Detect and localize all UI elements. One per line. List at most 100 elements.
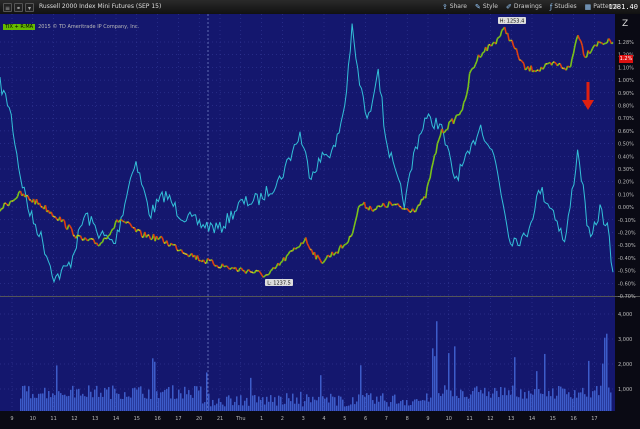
x-tick-label: 9 bbox=[426, 416, 429, 422]
x-tick-label: 5 bbox=[343, 416, 346, 422]
volume-bar bbox=[58, 391, 60, 411]
volume-bar bbox=[462, 391, 464, 411]
patterns-icon: ▦ bbox=[585, 0, 592, 14]
volume-bar bbox=[28, 386, 30, 411]
volume-bar bbox=[600, 386, 602, 411]
volume-bar bbox=[424, 400, 426, 411]
price-segment bbox=[502, 29, 504, 31]
volume-bar bbox=[608, 388, 610, 411]
price-segment bbox=[189, 255, 191, 256]
volume-bar bbox=[472, 391, 474, 411]
toolbar: ⇪Share✎Style✐DrawingsƒStudies▦Patterns bbox=[442, 0, 618, 14]
x-tick-label: 14 bbox=[113, 416, 119, 422]
chart-canvas[interactable]: 1.28%1.20%1.10%1.00%0.90%0.80%0.70%0.60%… bbox=[0, 14, 640, 425]
volume-bar bbox=[286, 393, 288, 411]
volume-bar bbox=[310, 402, 312, 411]
volume-bar bbox=[548, 391, 550, 411]
volume-bar bbox=[504, 388, 506, 411]
title-bar: ≡ ⚭ ▾ Russell 2000 Index Mini Futures (S… bbox=[0, 0, 640, 15]
drawings-button[interactable]: ✐Drawings bbox=[506, 0, 542, 14]
price-segment bbox=[559, 64, 560, 65]
volume-bar bbox=[532, 395, 534, 411]
menu-icon[interactable]: ≡ bbox=[3, 3, 12, 12]
study-badge[interactable]: TIX + R:MA bbox=[3, 24, 35, 30]
volume-bar bbox=[446, 390, 448, 411]
price-segment bbox=[385, 206, 386, 207]
volume-bar bbox=[552, 388, 554, 411]
price-segment bbox=[69, 225, 70, 227]
symbol-title[interactable]: Russell 2000 Index Mini Futures (SEP 15) bbox=[39, 0, 161, 14]
y-tick-label: 1.10% bbox=[618, 65, 634, 71]
volume-bar bbox=[214, 405, 216, 411]
price-segment bbox=[263, 276, 265, 277]
volume-bar bbox=[540, 393, 542, 411]
price-segment bbox=[443, 132, 445, 133]
toolbar-button-label: Drawings bbox=[514, 0, 542, 14]
volume-bar bbox=[74, 397, 76, 411]
volume-bar bbox=[34, 398, 36, 411]
volume-bar bbox=[442, 394, 444, 411]
volume-bar bbox=[148, 390, 150, 411]
price-segment bbox=[347, 242, 349, 244]
price-segment bbox=[92, 239, 93, 240]
volume-bar bbox=[222, 405, 224, 411]
volume-bar bbox=[204, 402, 206, 411]
price-segment bbox=[179, 250, 180, 251]
price-segment bbox=[483, 52, 485, 53]
price-segment bbox=[402, 209, 404, 210]
volume-bar bbox=[332, 397, 334, 411]
volume-bar bbox=[562, 389, 564, 411]
x-tick-label: 20 bbox=[196, 416, 202, 422]
volume-bar bbox=[594, 391, 596, 411]
volume-bar bbox=[72, 386, 74, 411]
volume-bar bbox=[470, 394, 472, 411]
volume-bar bbox=[358, 394, 360, 411]
price-segment bbox=[129, 223, 131, 224]
volume-bar bbox=[304, 401, 306, 411]
volume-bar bbox=[274, 397, 276, 411]
volume-bar bbox=[556, 396, 558, 411]
volume-bar bbox=[302, 406, 304, 411]
volume-bar bbox=[572, 399, 574, 411]
volume-bar bbox=[414, 400, 416, 411]
volume-bar bbox=[352, 397, 354, 411]
volume-bar bbox=[526, 398, 528, 411]
volume-bar bbox=[320, 375, 322, 411]
volume-bar bbox=[314, 400, 316, 411]
volume-bar bbox=[92, 397, 94, 411]
volume-bar bbox=[550, 396, 552, 411]
volume-bar bbox=[226, 397, 228, 411]
volume-bar bbox=[32, 394, 34, 411]
chart-area[interactable]: 1.28%1.20%1.10%1.00%0.90%0.80%0.70%0.60%… bbox=[0, 14, 640, 425]
x-tick-label: 13 bbox=[508, 416, 514, 422]
volume-bar bbox=[558, 386, 560, 411]
volume-bar bbox=[146, 399, 148, 411]
volume-bar bbox=[80, 396, 82, 411]
volume-bar bbox=[90, 392, 92, 411]
price-segment bbox=[499, 36, 500, 37]
volume-bar bbox=[480, 390, 482, 411]
volume-bar bbox=[368, 395, 370, 411]
zoom-icon[interactable]: Z bbox=[622, 19, 628, 29]
volume-bar bbox=[458, 398, 460, 411]
price-segment bbox=[290, 251, 291, 252]
link-icon[interactable]: ⚭ bbox=[14, 3, 23, 12]
symbol-dropdown-icon[interactable]: ▾ bbox=[25, 3, 34, 12]
toolbar-button-label: Share bbox=[450, 0, 467, 14]
volume-bar bbox=[396, 404, 398, 411]
price-segment bbox=[547, 63, 548, 64]
price-segment bbox=[54, 217, 56, 218]
volume-bar bbox=[136, 390, 138, 411]
price-segment bbox=[227, 266, 228, 268]
volume-bar bbox=[208, 394, 210, 411]
price-segment bbox=[525, 69, 527, 70]
price-segment bbox=[184, 253, 186, 254]
share-button[interactable]: ⇪Share bbox=[442, 0, 467, 14]
volume-bar bbox=[20, 399, 22, 411]
price-segment bbox=[29, 200, 30, 201]
x-tick-label: 12 bbox=[71, 416, 77, 422]
style-button[interactable]: ✎Style bbox=[475, 0, 498, 14]
volume-bar bbox=[224, 406, 226, 411]
studies-button[interactable]: ƒStudies bbox=[550, 0, 577, 14]
volume-tick-label: 1,000 bbox=[618, 387, 632, 393]
